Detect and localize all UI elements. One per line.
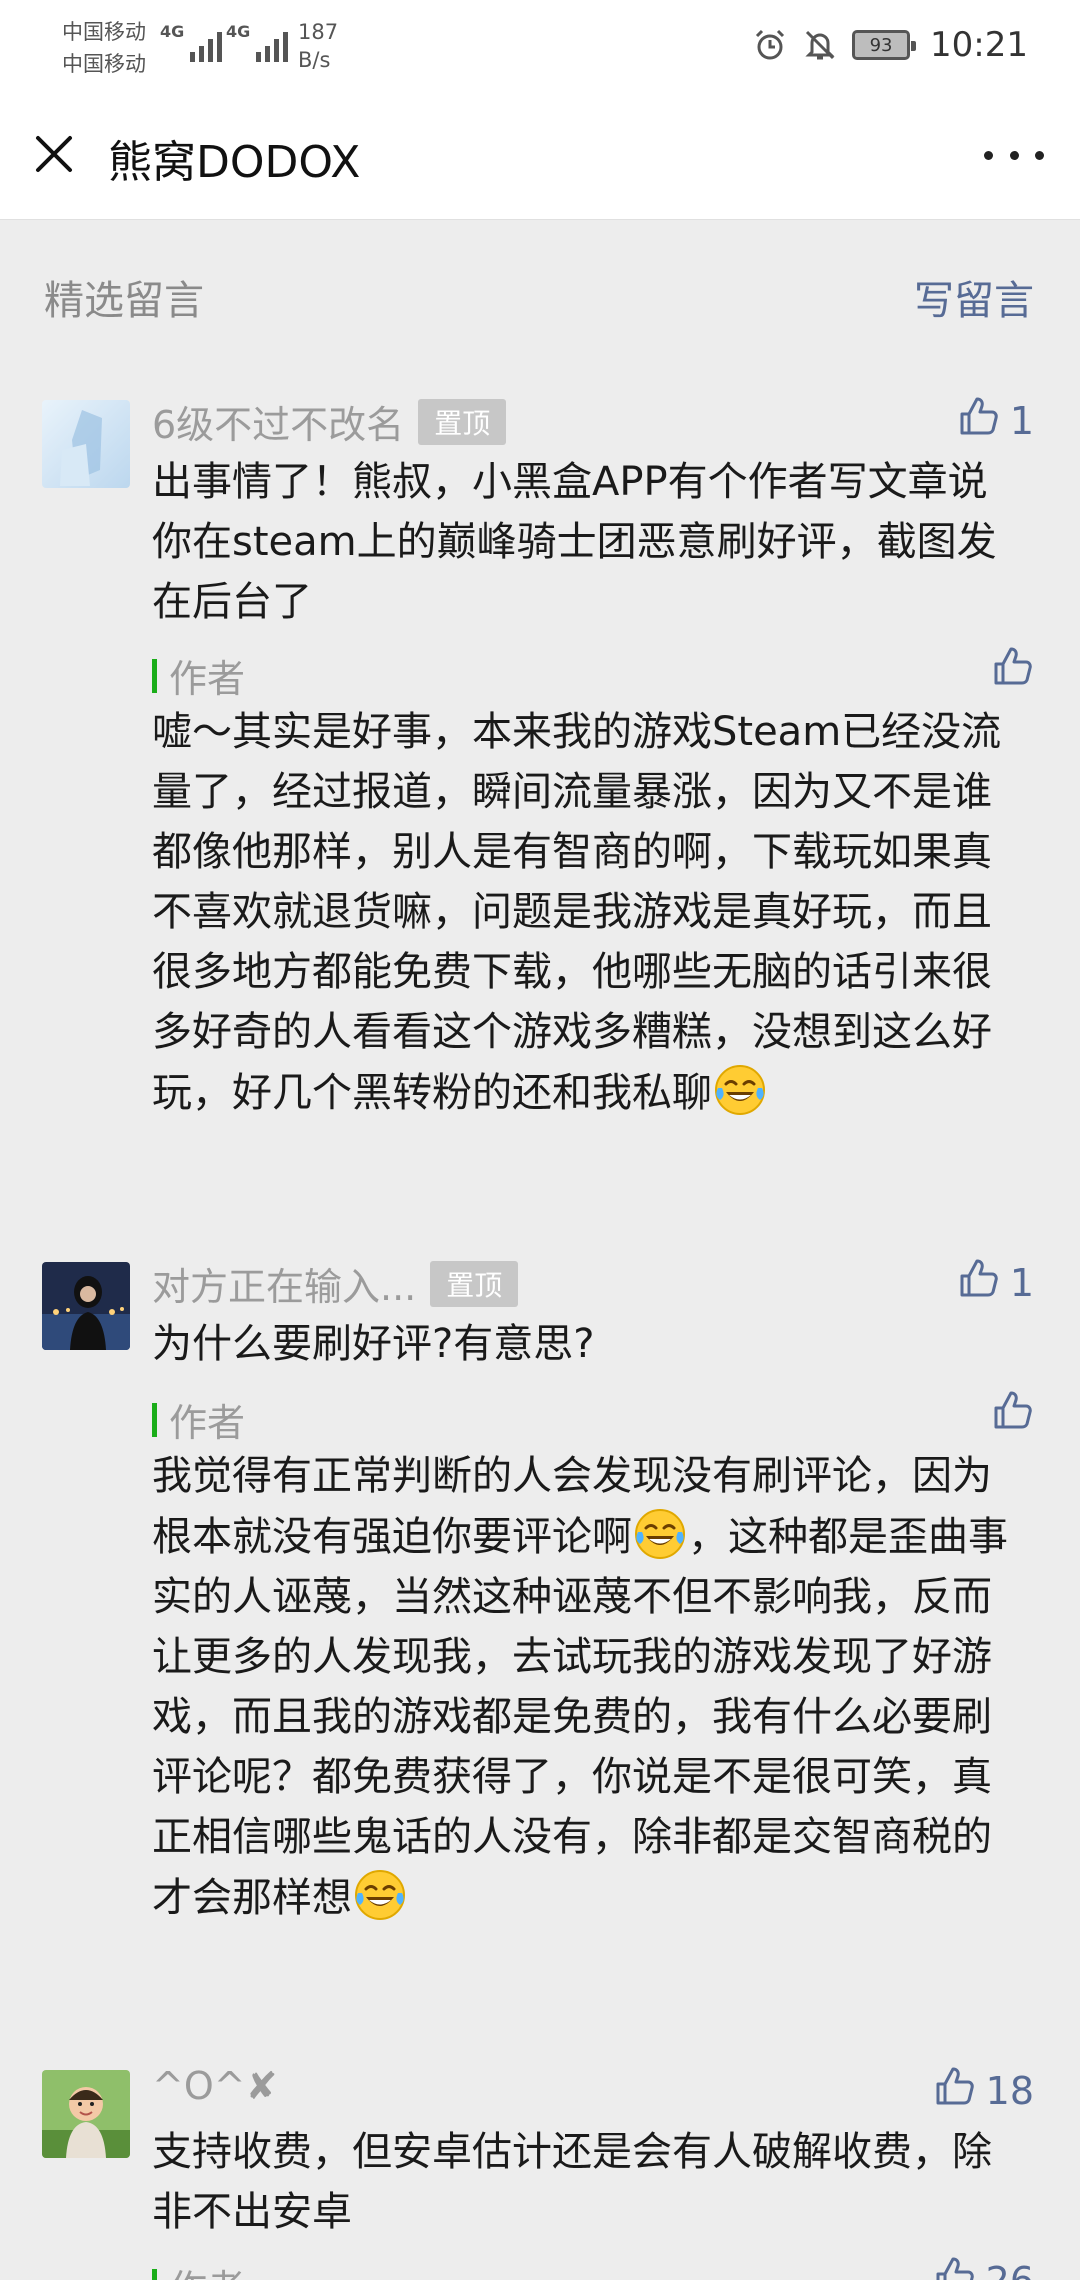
signal-strength-icon-1: 4G	[160, 22, 223, 62]
network-speed-unit: B/s	[298, 48, 331, 72]
reply-like-button[interactable]	[990, 1388, 1034, 1436]
pinned-badge: 置顶	[430, 1260, 519, 1307]
status-icons: 93 10:21	[752, 20, 1028, 70]
avatar[interactable]	[42, 1262, 130, 1350]
status-time: 10:21	[930, 25, 1028, 65]
tears-of-joy-emoji	[352, 1867, 408, 1923]
more-dots-icon[interactable]	[984, 130, 1044, 180]
author-indicator	[152, 1402, 157, 1437]
comment-nickname[interactable]: 6级不过不改名	[152, 394, 404, 449]
bell-off-icon	[802, 27, 838, 63]
comment-header: 6级不过不改名 置顶	[152, 394, 507, 449]
like-button[interactable]: 18	[932, 2064, 1034, 2117]
author-label: 作者	[169, 1401, 246, 1445]
like-button[interactable]: 1	[956, 394, 1034, 447]
comment-nickname[interactable]: 对方正在输入...	[152, 1256, 416, 1311]
battery-indicator: 93	[852, 30, 917, 60]
author-reply-header: 作者	[152, 1392, 245, 1447]
author-label: 作者	[169, 657, 246, 701]
carrier-label-2: 中国移动	[62, 52, 146, 76]
author-reply-text-content: 嘘～其实是好事，本来我的游戏Steam已经没流量了，经过报道，瞬间流量暴涨，因为…	[152, 709, 1002, 1116]
like-count: 1	[1009, 1260, 1034, 1305]
comment-nickname[interactable]: ^O^✘	[152, 2064, 277, 2108]
thumbs-up-icon	[932, 2254, 976, 2280]
author-reply-header: 作者	[152, 648, 245, 703]
pinned-badge: 置顶	[418, 398, 507, 445]
thumbs-up-icon	[956, 394, 1000, 447]
nav-bar: 熊窝DODOX	[0, 90, 1080, 220]
reply-like-count: 26	[986, 2259, 1034, 2280]
thumbs-up-icon	[956, 1256, 1000, 1309]
reply-like-button[interactable]	[990, 644, 1034, 692]
reply-like-button[interactable]: 26	[932, 2254, 1034, 2280]
author-reply-text-part2: ，这种都是歪曲事实的人诬蔑，当然这种诬蔑不但不影响我，反而让更多的人发现我，去试…	[152, 1514, 1008, 1921]
alarm-clock-icon	[752, 27, 788, 63]
author-indicator	[152, 2268, 157, 2280]
author-reply-header: 作者	[152, 2258, 245, 2280]
thumbs-up-icon	[990, 1391, 1034, 1436]
signal-strength-icon-2: 4G	[226, 22, 289, 62]
network-speed: 187 B/s	[298, 18, 338, 74]
write-comment-button[interactable]: 写留言	[914, 268, 1034, 326]
tears-of-joy-emoji	[632, 1506, 688, 1562]
tears-of-joy-emoji	[712, 1062, 768, 1118]
network-speed-value: 187	[298, 20, 339, 44]
avatar[interactable]	[42, 2070, 130, 2158]
author-reply-text: 嘘～其实是好事，本来我的游戏Steam已经没流量了，经过报道，瞬间流量暴涨，因为…	[152, 702, 1022, 1123]
comment-text: 为什么要刷好评?有意思?	[152, 1321, 595, 1367]
avatar[interactable]	[42, 400, 130, 488]
comment-text: 支持收费，但安卓估计还是会有人破解收费，除非不出安卓	[152, 2129, 992, 2235]
author-reply-text: 我觉得有正常判断的人会发现没有刷评论，因为根本就没有强迫你要评论啊 ，这种都是歪曲…	[152, 1446, 1022, 1928]
network-type-2: 4G	[226, 22, 251, 41]
comments-section-header: 精选留言 写留言	[0, 220, 1080, 370]
network-type-1: 4G	[160, 22, 185, 41]
section-title: 精选留言	[44, 278, 204, 324]
like-button[interactable]: 1	[956, 1256, 1034, 1309]
status-bar: 中国移动 中国移动 4G 4G 187 B/s 93 10:21	[0, 0, 1080, 90]
author-label: 作者	[169, 2258, 245, 2280]
thumbs-up-icon	[990, 647, 1034, 692]
comment-header: ^O^✘	[152, 2064, 277, 2108]
author-indicator	[152, 658, 157, 693]
comment-text: 出事情了！熊叔，小黑盒APP有个作者写文章说你在steam上的巅峰骑士团恶意刷好…	[152, 459, 997, 625]
comment-header: 对方正在输入... 置顶	[152, 1256, 519, 1311]
thumbs-up-icon	[932, 2064, 976, 2117]
close-icon[interactable]	[28, 128, 80, 180]
page-title: 熊窝DODOX	[108, 137, 361, 188]
like-count: 18	[985, 2068, 1034, 2113]
like-count: 1	[1009, 398, 1034, 443]
carrier-label-1: 中国移动	[62, 20, 146, 44]
